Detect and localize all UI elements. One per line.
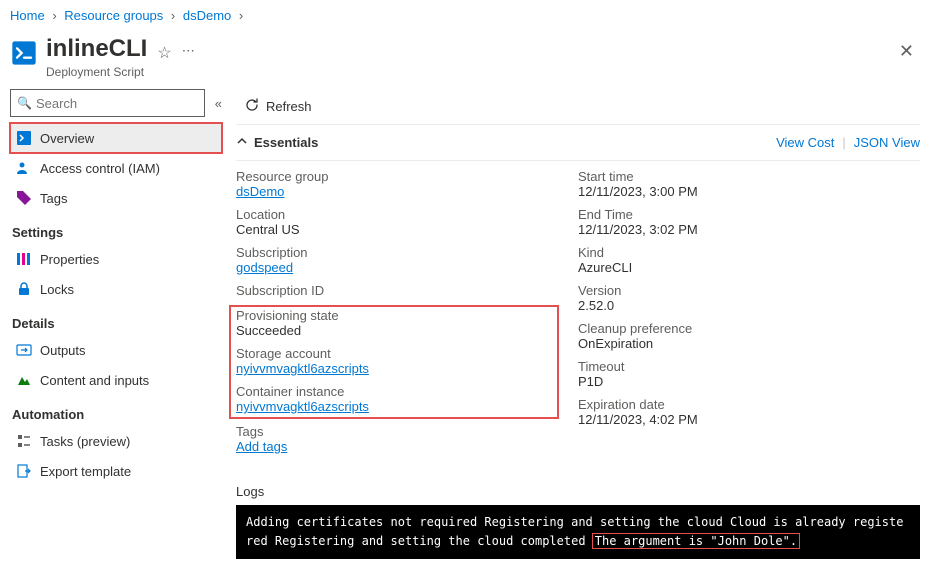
people-icon <box>16 160 32 176</box>
favorite-icon[interactable]: ☆ <box>157 43 171 63</box>
sidebar-item-properties[interactable]: Properties <box>10 244 222 274</box>
essentials-header[interactable]: Essentials View Cost | JSON View <box>236 125 920 161</box>
collapse-sidebar-icon[interactable]: « <box>215 96 222 111</box>
essentials-body: Resource group dsDemo Location Central U… <box>236 161 920 474</box>
label-end: End Time <box>578 207 900 222</box>
sidebar-item-label: Outputs <box>40 343 86 358</box>
chevron-right-icon: › <box>52 8 56 23</box>
search-icon: 🔍 <box>17 96 32 110</box>
value-kind: AzureCLI <box>578 260 900 275</box>
label-version: Version <box>578 283 900 298</box>
value-tags[interactable]: Add tags <box>236 439 287 454</box>
label-subscription: Subscription <box>236 245 558 260</box>
breadcrumb-home[interactable]: Home <box>10 8 45 23</box>
sidebar-header-automation: Automation <box>10 407 222 422</box>
logs-highlight: The argument is "John Dole". <box>593 534 799 548</box>
sidebar-item-label: Locks <box>40 282 74 297</box>
value-end: 12/11/2023, 3:02 PM <box>578 222 900 237</box>
label-provisioning: Provisioning state <box>236 308 552 323</box>
sidebar-item-tags[interactable]: Tags <box>10 183 222 213</box>
label-kind: Kind <box>578 245 900 260</box>
page-title: inlineCLI <box>46 35 147 63</box>
sidebar-item-label: Export template <box>40 464 131 479</box>
sidebar: 🔍 « Overview Access control (IAM) Tags S… <box>0 89 230 559</box>
label-container: Container instance <box>236 384 552 399</box>
divider: | <box>842 135 845 150</box>
sidebar-item-export-template[interactable]: Export template <box>10 456 222 486</box>
value-cleanup: OnExpiration <box>578 336 900 351</box>
export-icon <box>16 463 32 479</box>
breadcrumb-resource-groups[interactable]: Resource groups <box>64 8 163 23</box>
search-input[interactable] <box>36 96 198 111</box>
outputs-icon <box>16 342 32 358</box>
logs-output: Adding certificates not required Registe… <box>236 505 920 559</box>
label-subscription-id: Subscription ID <box>236 283 558 298</box>
chevron-right-icon: › <box>171 8 175 23</box>
search-box[interactable]: 🔍 <box>10 89 205 117</box>
properties-icon <box>16 251 32 267</box>
label-start: Start time <box>578 169 900 184</box>
more-icon[interactable]: ⋯ <box>182 43 195 59</box>
label-cleanup: Cleanup preference <box>578 321 900 336</box>
value-timeout: P1D <box>578 374 900 389</box>
sidebar-item-label: Content and inputs <box>40 373 149 388</box>
main-pane: Refresh Essentials View Cost | JSON View… <box>230 89 934 559</box>
refresh-button[interactable]: Refresh <box>236 89 320 124</box>
refresh-icon <box>244 97 260 116</box>
sidebar-item-access-control[interactable]: Access control (IAM) <box>10 153 222 183</box>
breadcrumb: Home › Resource groups › dsDemo › <box>0 0 934 31</box>
label-expiration: Expiration date <box>578 397 900 412</box>
chevron-up-icon <box>236 135 248 150</box>
content-icon <box>16 372 32 388</box>
breadcrumb-rg[interactable]: dsDemo <box>183 8 231 23</box>
essentials-label: Essentials <box>254 135 318 150</box>
value-resource-group[interactable]: dsDemo <box>236 184 284 199</box>
sidebar-header-details: Details <box>10 316 222 331</box>
label-timeout: Timeout <box>578 359 900 374</box>
value-version: 2.52.0 <box>578 298 900 313</box>
sidebar-item-overview[interactable]: Overview <box>10 123 222 153</box>
lock-icon <box>16 281 32 297</box>
label-tags: Tags <box>236 424 558 439</box>
sidebar-item-label: Tasks (preview) <box>40 434 130 449</box>
view-cost-link[interactable]: View Cost <box>776 135 834 150</box>
value-storage[interactable]: nyivvmvagktl6azscripts <box>236 361 369 376</box>
sidebar-item-locks[interactable]: Locks <box>10 274 222 304</box>
json-view-link[interactable]: JSON View <box>854 135 920 150</box>
sidebar-item-label: Access control (IAM) <box>40 161 160 176</box>
sidebar-item-content-inputs[interactable]: Content and inputs <box>10 365 222 395</box>
sidebar-item-label: Properties <box>40 252 99 267</box>
sidebar-item-label: Tags <box>40 191 67 206</box>
value-location: Central US <box>236 222 558 237</box>
value-provisioning: Succeeded <box>236 323 552 338</box>
sidebar-item-tasks[interactable]: Tasks (preview) <box>10 426 222 456</box>
page-subtitle: Deployment Script <box>46 65 147 79</box>
close-icon[interactable]: ✕ <box>899 41 914 62</box>
value-start: 12/11/2023, 3:00 PM <box>578 184 900 199</box>
label-storage: Storage account <box>236 346 552 361</box>
refresh-label: Refresh <box>266 99 312 114</box>
label-location: Location <box>236 207 558 222</box>
toolbar: Refresh <box>236 89 920 125</box>
sidebar-header-settings: Settings <box>10 225 222 240</box>
page-header: inlineCLI Deployment Script ☆ ⋯ ✕ <box>0 31 934 89</box>
value-expiration: 12/11/2023, 4:02 PM <box>578 412 900 427</box>
tasks-icon <box>16 433 32 449</box>
deployment-script-icon <box>10 39 38 67</box>
logs-header: Logs <box>236 484 920 499</box>
label-resource-group: Resource group <box>236 169 558 184</box>
tag-icon <box>16 190 32 206</box>
overview-icon <box>16 130 32 146</box>
logs-text-pre: Adding certificates not required Registe… <box>246 515 903 548</box>
sidebar-item-outputs[interactable]: Outputs <box>10 335 222 365</box>
chevron-right-icon: › <box>239 8 243 23</box>
value-container[interactable]: nyivvmvagktl6azscripts <box>236 399 369 414</box>
sidebar-item-label: Overview <box>40 131 94 146</box>
value-subscription[interactable]: godspeed <box>236 260 293 275</box>
highlighted-deployment-info: Provisioning state Succeeded Storage acc… <box>230 306 558 418</box>
